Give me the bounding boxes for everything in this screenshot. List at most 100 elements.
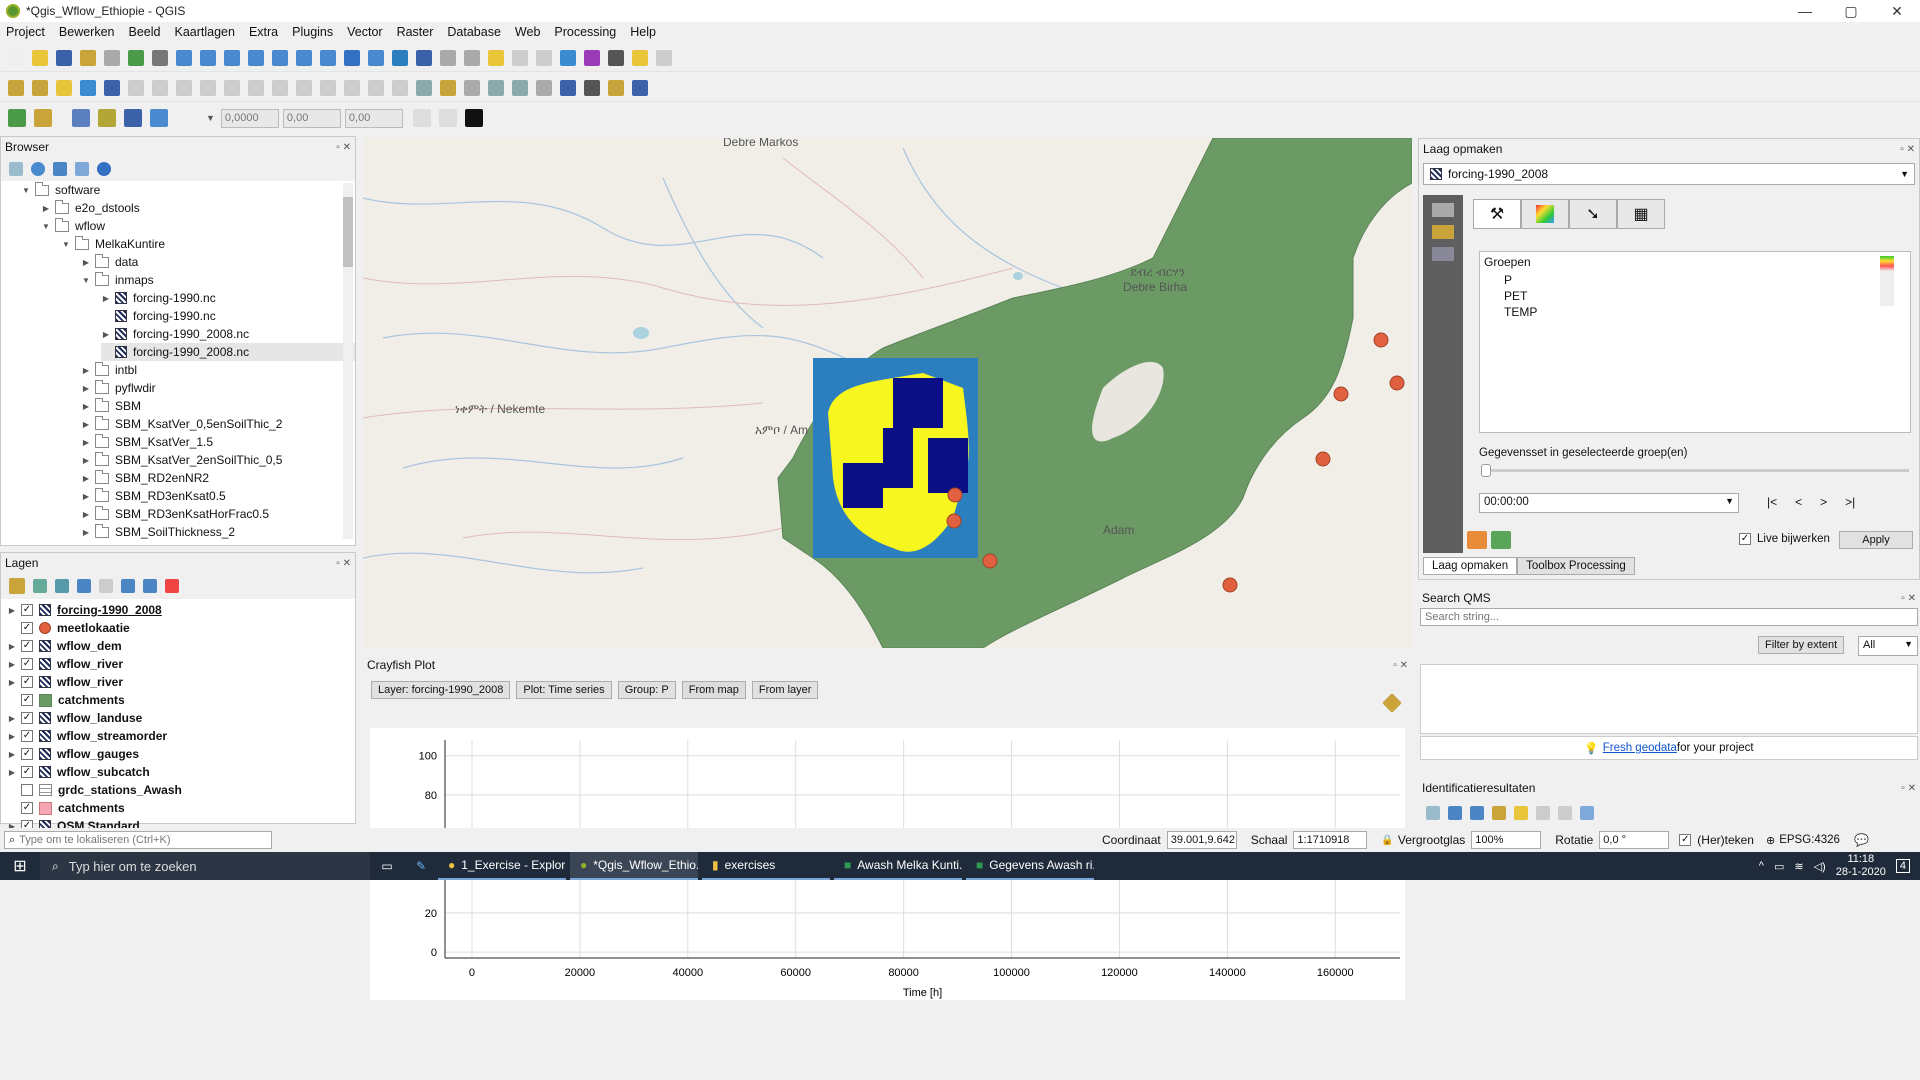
info-icon[interactable]: [97, 162, 111, 176]
scrollbar[interactable]: [343, 183, 353, 539]
layer-item[interactable]: ▶ ✓ wflow_river: [7, 655, 123, 673]
undo-icon[interactable]: [1467, 531, 1487, 549]
edit-icon[interactable]: [34, 109, 52, 127]
layer-visibility-checkbox[interactable]: ✓: [21, 676, 33, 688]
layer-visibility-checkbox[interactable]: ✓: [21, 802, 33, 814]
zoom-full-icon[interactable]: [248, 49, 264, 66]
live-update-checkbox[interactable]: ✓: [1739, 533, 1751, 545]
collapse-icon[interactable]: [75, 162, 89, 176]
edit-tool-icon[interactable]: [248, 79, 264, 96]
browser-item[interactable]: ▶ SBM_RD3enKsatHorFrac0.5: [81, 505, 269, 523]
layer-visibility-checkbox[interactable]: [21, 784, 33, 796]
menu-web[interactable]: Web: [515, 25, 540, 39]
browser-item[interactable]: ▶ data: [81, 253, 138, 271]
arrow-tab-icon[interactable]: ➘: [1569, 199, 1617, 229]
layer-item[interactable]: ▶ ✓ wflow_dem: [7, 637, 122, 655]
chevron-right-icon[interactable]: ▶: [7, 768, 17, 777]
edit-tool-icon[interactable]: [272, 79, 288, 96]
layer-item[interactable]: ▶ ✓ wflow_landuse: [7, 709, 142, 727]
epsg-button[interactable]: EPSG:4326: [1779, 834, 1840, 846]
pan-icon[interactable]: [152, 49, 168, 66]
visibility-icon[interactable]: [55, 579, 69, 593]
maximize-button[interactable]: ▢: [1828, 0, 1874, 22]
tray-chevron-icon[interactable]: ^: [1759, 860, 1764, 872]
edit-tool-icon[interactable]: [608, 79, 624, 96]
chevron-right-icon[interactable]: ▶: [7, 606, 17, 615]
qms-filter-select[interactable]: All ▼: [1858, 636, 1918, 656]
zoom-next-icon[interactable]: [368, 49, 384, 66]
chevron-right-icon[interactable]: ▶: [81, 492, 91, 501]
layer-item[interactable]: ▶ ✓ forcing-1990_2008: [7, 601, 162, 619]
layer-item[interactable]: ▶ ✓ wflow_streamorder: [7, 727, 167, 745]
edit-tool-icon[interactable]: [128, 79, 144, 96]
notification-icon[interactable]: 4: [1895, 859, 1910, 873]
sum-icon[interactable]: [584, 49, 600, 66]
next-step-icon[interactable]: >: [1820, 495, 1827, 509]
browser-item[interactable]: ▶ e2o_dstools: [41, 199, 140, 217]
add-icon[interactable]: [9, 162, 23, 176]
menu-beeld[interactable]: Beeld: [129, 25, 161, 39]
rendering-icon[interactable]: [1432, 247, 1454, 261]
collapse-all-icon[interactable]: [1470, 806, 1484, 820]
panel-close-icon[interactable]: ▫ ✕: [1901, 593, 1916, 604]
layer-item[interactable]: ✓ meetlokaatie: [7, 619, 130, 637]
zoom-layer-icon[interactable]: [296, 49, 312, 66]
minimize-button[interactable]: —: [1782, 0, 1828, 22]
chevron-right-icon[interactable]: ▶: [81, 474, 91, 483]
identify-icon[interactable]: [464, 49, 480, 66]
layer-visibility-checkbox[interactable]: ✓: [21, 694, 33, 706]
group-select-button[interactable]: Group: P: [617, 681, 676, 699]
edit-tool-icon[interactable]: [104, 79, 120, 96]
pen-icon[interactable]: [72, 109, 90, 127]
messages-icon[interactable]: 💬: [1854, 833, 1869, 847]
edit-tool-icon[interactable]: [584, 79, 600, 96]
brush-icon[interactable]: [1432, 203, 1454, 217]
slider-handle[interactable]: [1481, 464, 1491, 477]
edit-tool-icon[interactable]: [488, 79, 504, 96]
collapse-all-icon[interactable]: [143, 579, 157, 593]
chevron-right-icon[interactable]: ▶: [101, 330, 111, 339]
edit-tool-icon[interactable]: [80, 79, 96, 96]
expand-all-icon[interactable]: [121, 579, 135, 593]
taskbar-app-qgis[interactable]: ● *Qgis_Wflow_Ethio...: [570, 852, 698, 880]
browser-item[interactable]: ▶ SBM_RD3enKsat0.5: [81, 487, 226, 505]
close-button[interactable]: ✕: [1874, 0, 1920, 22]
filter-expression-icon[interactable]: [99, 579, 113, 593]
new-bookmark-icon[interactable]: [392, 49, 408, 66]
menu-project[interactable]: Project: [6, 25, 45, 39]
chevron-right-icon[interactable]: ▶: [81, 438, 91, 447]
wifi-icon[interactable]: ≋: [1794, 860, 1803, 873]
first-step-icon[interactable]: |<: [1767, 495, 1777, 509]
coordinate-field[interactable]: 39.001,9.642: [1166, 831, 1237, 849]
layer-item[interactable]: ▶ ✓ wflow_gauges: [7, 745, 139, 763]
clock[interactable]: 11:18 28-1-2020: [1836, 853, 1886, 879]
chevron-down-icon[interactable]: ▼: [41, 222, 51, 231]
browser-item[interactable]: ▼ MelkaKuntire: [61, 235, 165, 253]
browser-item[interactable]: ▶ SBM_KsatVer_0,5enSoilThic_2: [81, 415, 282, 433]
filter-extent-button[interactable]: Filter by extent: [1758, 636, 1845, 654]
measure-icon[interactable]: [608, 49, 624, 66]
layer-select-button[interactable]: Layer: forcing-1990_2008: [371, 681, 511, 699]
prev-step-icon[interactable]: <: [1795, 495, 1802, 509]
layer-visibility-checkbox[interactable]: ✓: [21, 658, 33, 670]
menu-database[interactable]: Database: [447, 25, 501, 39]
group-item[interactable]: PET: [1504, 288, 1910, 304]
battery-icon[interactable]: ▭: [1774, 860, 1784, 873]
edit-tool-icon[interactable]: [344, 79, 360, 96]
save-project-icon[interactable]: [56, 49, 72, 66]
coord-y-field[interactable]: 0,00: [282, 108, 341, 128]
panel-close-icon[interactable]: ▫ ✕: [336, 142, 351, 153]
highlight-icon[interactable]: [1492, 806, 1506, 820]
plot-type-button[interactable]: Plot: Time series: [516, 681, 612, 699]
taskbar-app-explorer[interactable]: ▮ exercises: [702, 852, 830, 880]
browser-item[interactable]: ▶ SBM_RD2enNR2: [81, 469, 209, 487]
copy-icon[interactable]: [1536, 806, 1550, 820]
chevron-right-icon[interactable]: ▶: [7, 750, 17, 759]
edit-tool-icon[interactable]: [392, 79, 408, 96]
chevron-right-icon[interactable]: ▶: [7, 714, 17, 723]
browser-item[interactable]: forcing-1990.nc: [101, 307, 216, 325]
taskbar-app-chrome[interactable]: ●1_Exercise - Explori...: [438, 852, 566, 880]
color-ramp-tab-icon[interactable]: [1521, 199, 1569, 229]
panel-close-icon[interactable]: ▫ ✕: [1901, 783, 1916, 794]
print-icon[interactable]: [1558, 806, 1572, 820]
